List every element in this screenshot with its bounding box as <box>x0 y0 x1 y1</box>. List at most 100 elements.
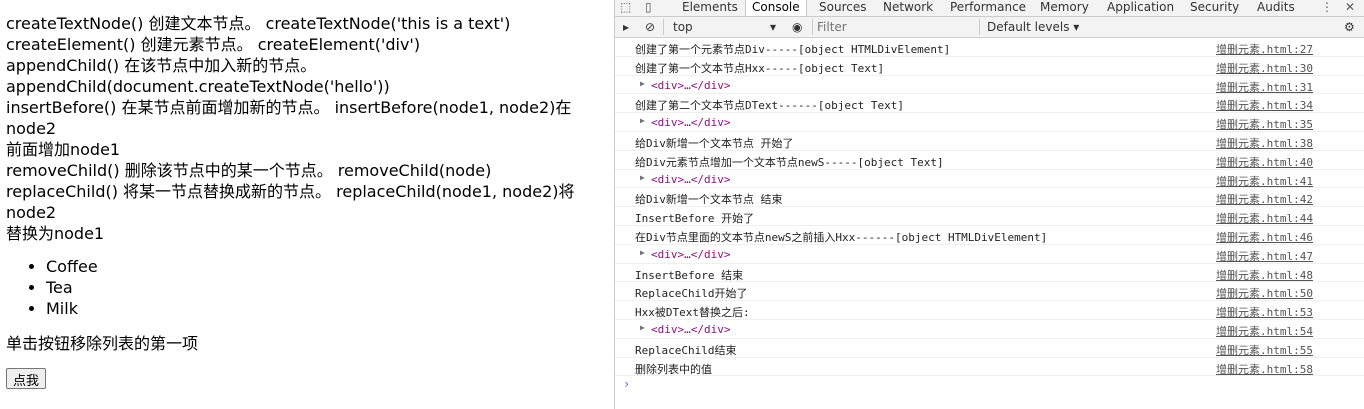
console-log-message: InsertBefore 结束 <box>635 268 744 282</box>
console-log-row: ▶ <div>…</div> 增删元素.html:35 <box>615 113 1364 132</box>
console-log-message: Hxx被DText替换之后: <box>635 306 750 320</box>
console-log-row: ▶ <div>…</div> 增删元素.html:54 <box>615 320 1364 339</box>
tab-memory[interactable]: Memory <box>1040 0 1089 16</box>
console-log-row: 给Div元素节点增加一个文本节点newS-----[object Text] 增删… <box>615 151 1364 170</box>
filter-input[interactable] <box>815 18 979 36</box>
method-line: appendChild() 在该节点中加入新的节点。 <box>6 56 317 75</box>
expand-triangle-icon[interactable]: ▶ <box>640 173 645 182</box>
devtools-panel: ⬚ ▯ Elements Console Sources Network Per… <box>614 0 1364 409</box>
console-prompt-row[interactable]: › <box>615 376 1364 394</box>
console-source-link[interactable]: 增删元素.html:44 <box>1216 210 1313 226</box>
expand-triangle-icon[interactable]: ▶ <box>640 79 645 88</box>
list-item: Milk <box>46 298 608 319</box>
method-line: 替换为node1 <box>6 224 105 243</box>
tab-security[interactable]: Security <box>1190 0 1239 16</box>
console-source-link[interactable]: 增删元素.html:53 <box>1216 304 1313 320</box>
console-source-link[interactable]: 增删元素.html:47 <box>1216 248 1313 264</box>
eye-icon[interactable]: ◉ <box>792 19 802 35</box>
console-source-link[interactable]: 增删元素.html:54 <box>1216 323 1313 339</box>
tab-application[interactable]: Application <box>1107 0 1174 16</box>
method-line: createTextNode() 创建文本节点。 createTextNode(… <box>6 14 511 33</box>
tab-elements[interactable]: Elements <box>682 0 738 16</box>
console-log-message: 给Div元素节点增加一个文本节点newS-----[object Text] <box>635 155 944 169</box>
list-item: Coffee <box>46 256 608 277</box>
console-log-message: ReplaceChild结束 <box>635 343 737 357</box>
console-source-link[interactable]: 增删元素.html:35 <box>1216 116 1313 132</box>
console-source-link[interactable]: 增删元素.html:58 <box>1216 361 1313 377</box>
console-source-link[interactable]: 增删元素.html:27 <box>1216 41 1313 57</box>
console-log-message: 给Div新增一个文本节点 开始了 <box>635 136 794 150</box>
console-log-row: ReplaceChild开始了 增删元素.html:50 <box>615 282 1364 302</box>
more-options-icon[interactable]: ⋮ <box>1321 0 1333 16</box>
context-selector[interactable]: top <box>673 19 693 35</box>
console-log-message: 删除列表中的值 <box>635 362 712 376</box>
console-source-link[interactable]: 增删元素.html:40 <box>1216 154 1313 170</box>
console-source-link[interactable]: 增删元素.html:31 <box>1216 79 1313 95</box>
console-source-link[interactable]: 增删元素.html:48 <box>1216 267 1313 283</box>
device-toolbar-icon[interactable]: ▯ <box>645 0 652 16</box>
console-element-node[interactable]: <div>…</div> <box>651 116 730 129</box>
method-line: createElement() 创建元素节点。 createElement('d… <box>6 35 421 54</box>
method-line: insertBefore() 在某节点前面增加新的节点。 insertBefor… <box>6 98 572 138</box>
method-line: removeChild() 删除该节点中的某一个节点。 removeChild(… <box>6 161 492 180</box>
console-log-row: 给Div新增一个文本节点 结束 增删元素.html:42 <box>615 188 1364 208</box>
console-element-node[interactable]: <div>…</div> <box>651 248 730 261</box>
console-log-row: 删除列表中的值 增删元素.html:58 <box>615 358 1364 377</box>
console-source-link[interactable]: 增删元素.html:38 <box>1216 135 1313 151</box>
toolbar-divider <box>812 19 813 35</box>
clear-console-icon[interactable]: ⊘ <box>645 19 655 35</box>
console-log-row: 在Div节点里面的文本节点newS之前插入Hxx------[object HT… <box>615 226 1364 245</box>
console-log-row: ▶ <div>…</div> 增删元素.html:41 <box>615 170 1364 189</box>
console-log-row: 创建了第一个元素节点Div-----[object HTMLDivElement… <box>615 38 1364 57</box>
console-log-message: 创建了第一个文本节点Hxx-----[object Text] <box>635 61 885 75</box>
console-log-row: ReplaceChild结束 增删元素.html:55 <box>615 339 1364 358</box>
method-line: 前面增加node1 <box>6 140 121 159</box>
methods-text: createTextNode() 创建文本节点。 createTextNode(… <box>6 13 608 244</box>
remove-first-item-button[interactable]: 点我 <box>6 368 47 389</box>
inspect-element-icon[interactable]: ⬚ <box>620 0 631 16</box>
console-log-row: 创建了第二个文本节点DText------[object Text] 增删元素.h… <box>615 94 1364 114</box>
log-levels-dropdown[interactable]: Default levels ▾ <box>987 19 1079 35</box>
console-source-link[interactable]: 增删元素.html:46 <box>1216 229 1313 245</box>
console-log-row: InsertBefore 结束 增删元素.html:48 <box>615 264 1364 283</box>
web-page: createTextNode() 创建文本节点。 createTextNode(… <box>0 0 614 409</box>
console-log-message: 在Div节点里面的文本节点newS之前插入Hxx------[object HT… <box>635 230 1048 244</box>
console-log-message: 创建了第一个元素节点Div-----[object HTMLDivElement… <box>635 43 951 56</box>
console-log-row: InsertBefore 开始了 增删元素.html:44 <box>615 207 1364 226</box>
toolbar-divider <box>663 19 664 35</box>
console-source-link[interactable]: 增删元素.html:42 <box>1216 191 1313 207</box>
console-source-link[interactable]: 增删元素.html:50 <box>1216 285 1313 301</box>
context-dropdown-icon[interactable]: ▾ <box>770 19 776 35</box>
console-source-link[interactable]: 增删元素.html:34 <box>1216 97 1313 113</box>
console-source-link[interactable]: 增删元素.html:41 <box>1216 173 1313 189</box>
tab-sources[interactable]: Sources <box>819 0 866 16</box>
tab-performance[interactable]: Performance <box>950 0 1026 16</box>
tab-console[interactable]: Console <box>745 0 807 16</box>
console-log-message: InsertBefore 开始了 <box>635 212 755 226</box>
console-log-message: 给Div新增一个文本节点 结束 <box>635 193 783 207</box>
console-log-list: 创建了第一个元素节点Div-----[object HTMLDivElement… <box>615 38 1364 394</box>
drink-list: Coffee Tea Milk <box>6 256 608 319</box>
console-log-row: ▶ <div>…</div> 增删元素.html:47 <box>615 245 1364 264</box>
instruction-text: 单击按钮移除列表的第一项 <box>6 334 199 353</box>
console-source-link[interactable]: 增删元素.html:30 <box>1216 60 1313 76</box>
console-element-node[interactable]: <div>…</div> <box>651 173 730 186</box>
sidebar-toggle-icon[interactable]: ▸ <box>623 19 629 35</box>
console-element-node[interactable]: <div>…</div> <box>651 323 730 336</box>
list-item: Tea <box>46 277 608 298</box>
tab-audits[interactable]: Audits <box>1257 0 1295 16</box>
close-icon[interactable]: ✕ <box>1345 0 1355 16</box>
console-log-row: ▶ <div>…</div> 增删元素.html:31 <box>615 76 1364 95</box>
console-source-link[interactable]: 增删元素.html:55 <box>1216 342 1313 358</box>
tab-network[interactable]: Network <box>883 0 933 16</box>
console-log-row: 给Div新增一个文本节点 开始了 增删元素.html:38 <box>615 132 1364 151</box>
expand-triangle-icon[interactable]: ▶ <box>640 248 645 257</box>
settings-gear-icon[interactable]: ⚙ <box>1344 19 1355 35</box>
console-toolbar: ▸ ⊘ top ▾ ◉ Default levels ▾ ⚙ <box>615 17 1364 38</box>
expand-triangle-icon[interactable]: ▶ <box>640 116 645 125</box>
console-log-message: ReplaceChild开始了 <box>635 287 748 301</box>
console-element-node[interactable]: <div>…</div> <box>651 79 730 92</box>
console-log-message: 创建了第二个文本节点DText------[object Text] <box>635 99 904 113</box>
expand-triangle-icon[interactable]: ▶ <box>640 323 645 332</box>
console-prompt-icon: › <box>623 377 631 392</box>
